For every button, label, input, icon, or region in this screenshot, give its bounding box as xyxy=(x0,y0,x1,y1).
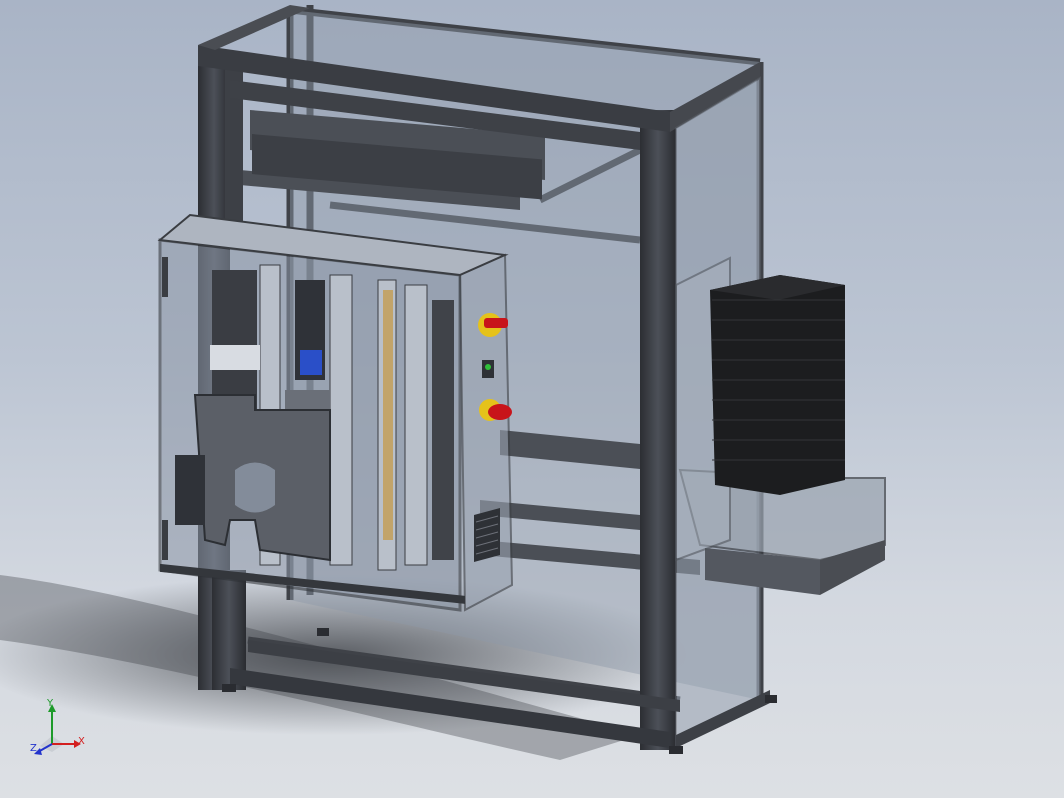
vent-grille-icon xyxy=(474,508,500,562)
cable-duct-vertical xyxy=(432,300,454,560)
graphics-area[interactable]: X Y Z xyxy=(0,0,1064,798)
part-stack-icon xyxy=(710,275,845,495)
assembly-model[interactable] xyxy=(0,0,1064,798)
cabinet-hinge-bottom xyxy=(162,520,168,560)
coordinate-triad: X Y Z xyxy=(24,698,94,760)
z-axis-label: Z xyxy=(30,743,37,754)
indicator-light-icon xyxy=(482,360,494,378)
electrical-cabinet[interactable] xyxy=(157,213,514,612)
power-supply xyxy=(175,455,205,525)
bracket-cutout xyxy=(235,462,275,513)
front-right-post xyxy=(640,110,676,750)
x-axis-label: X xyxy=(78,736,85,747)
terminal-block-strip xyxy=(383,290,393,540)
cabinet-hinge-top xyxy=(162,257,168,297)
y-axis-label: Y xyxy=(47,698,54,709)
